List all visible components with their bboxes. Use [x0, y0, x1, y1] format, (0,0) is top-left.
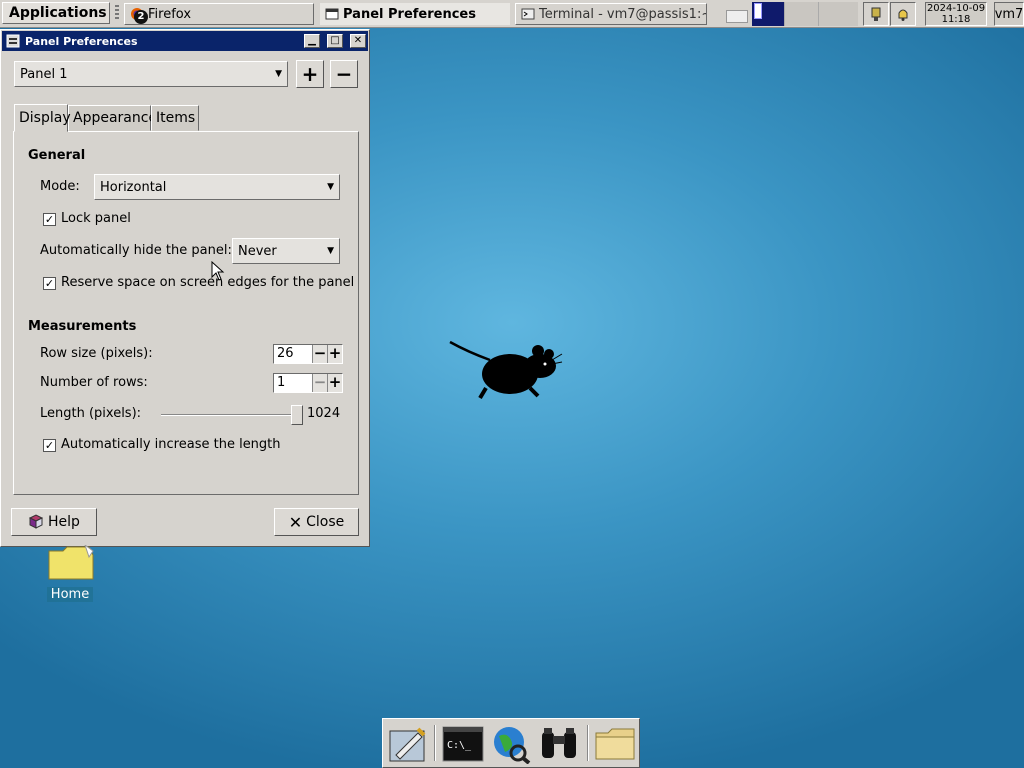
mouse-pointer-icon	[211, 261, 225, 281]
applications-label: Applications	[9, 5, 107, 21]
clock-date: 2024-10-09	[926, 3, 986, 14]
length-label: Length (pixels):	[40, 406, 142, 421]
close-icon: ✕	[288, 512, 303, 532]
length-slider-handle[interactable]	[291, 405, 303, 425]
desktop-home-icon[interactable]: Home	[40, 543, 100, 602]
workspace-3[interactable]	[784, 2, 818, 26]
lock-panel-checkbox[interactable]: ✓	[43, 213, 56, 226]
increment-button[interactable]: +	[327, 374, 342, 392]
terminal-icon[interactable]: C:\_	[441, 724, 485, 764]
task-label: Panel Preferences	[343, 6, 476, 22]
mode-value: Horizontal	[100, 179, 167, 195]
length-value: 1024	[307, 406, 341, 421]
terminal-icon	[521, 8, 535, 20]
task-firefox[interactable]: 2 Firefox	[124, 3, 314, 25]
maximize-button[interactable]: □	[327, 34, 343, 48]
reserve-space-label[interactable]: Reserve space on screen edges for the pa…	[61, 275, 354, 290]
reserve-space-checkbox[interactable]: ✓	[43, 277, 56, 290]
panel-preferences-window: Panel Preferences ▁ □ ✕ Panel 1 ▼ + − Di…	[0, 29, 370, 547]
decrement-button[interactable]: −	[312, 345, 327, 363]
add-panel-button[interactable]: +	[296, 60, 324, 88]
measurements-heading: Measurements	[28, 319, 137, 334]
top-panel: Applications 2 Firefox Panel Preferences…	[0, 0, 1024, 28]
task-label: Terminal - vm7@passis1:~	[539, 6, 707, 22]
dropdown-arrow-icon: ▼	[327, 182, 334, 192]
home-label: Home	[46, 587, 94, 602]
row-size-label: Row size (pixels):	[40, 346, 153, 361]
user-menu-button[interactable]: vm7	[994, 2, 1024, 26]
launcher-dock: C:\_	[382, 718, 640, 768]
workspace-2[interactable]	[752, 2, 784, 26]
notification-badge: 2	[134, 10, 148, 24]
auto-increase-checkbox[interactable]: ✓	[43, 439, 56, 452]
tab-display[interactable]: Display	[14, 104, 71, 132]
web-browser-icon[interactable]	[489, 724, 533, 764]
clock-time: 11:18	[941, 14, 971, 25]
xfce-mouse-logo	[449, 340, 563, 400]
close-window-button[interactable]: ✕	[350, 34, 366, 48]
row-size-value[interactable]: 26	[274, 345, 312, 363]
help-book-icon	[28, 514, 44, 529]
panel-selector-value: Panel 1	[20, 66, 68, 82]
text-editor-icon[interactable]	[386, 724, 430, 764]
rows-label: Number of rows:	[40, 375, 148, 390]
row-size-spinner[interactable]: 26 − +	[273, 344, 343, 364]
lock-panel-label[interactable]: Lock panel	[61, 211, 131, 226]
applications-menu-button[interactable]: Applications	[2, 2, 110, 24]
close-label: Close	[306, 514, 345, 530]
window-app-icon	[6, 34, 20, 48]
increment-button[interactable]: +	[327, 345, 342, 363]
panel-selector[interactable]: Panel 1 ▼	[14, 61, 288, 87]
panel-preferences-icon	[325, 8, 339, 20]
autohide-label: Automatically hide the panel:	[40, 243, 232, 258]
network-icon[interactable]	[863, 2, 889, 26]
tab-appearance[interactable]: Appearance	[68, 105, 157, 131]
rows-spinner[interactable]: 1 − +	[273, 373, 343, 393]
autohide-select[interactable]: Never ▼	[232, 238, 340, 264]
auto-increase-label[interactable]: Automatically increase the length	[61, 437, 281, 452]
dropdown-arrow-icon: ▼	[275, 69, 282, 79]
remove-panel-button[interactable]: −	[330, 60, 358, 88]
decrement-button[interactable]: −	[312, 374, 327, 392]
autohide-value: Never	[238, 243, 277, 259]
task-label: Firefox	[148, 6, 192, 22]
workspace-4[interactable]	[818, 2, 858, 26]
help-button[interactable]: Help	[11, 508, 97, 536]
minimize-button[interactable]: ▁	[304, 34, 320, 48]
notification-bell-icon[interactable]	[890, 2, 916, 26]
home-folder-icon	[48, 543, 94, 580]
tab-items[interactable]: Items	[151, 105, 199, 131]
task-panel-preferences[interactable]: Panel Preferences	[320, 3, 510, 25]
close-button[interactable]: ✕ Close	[274, 508, 359, 536]
svg-text:C:\_: C:\_	[447, 740, 472, 751]
search-binoculars-icon[interactable]	[537, 724, 581, 764]
dropdown-arrow-icon: ▼	[327, 246, 334, 256]
general-heading: General	[28, 148, 86, 163]
window-titlebar[interactable]: Panel Preferences ▁ □ ✕	[2, 31, 368, 51]
task-terminal[interactable]: Terminal - vm7@passis1:~	[515, 3, 707, 25]
window-title: Panel Preferences	[25, 34, 138, 48]
help-label: Help	[48, 514, 80, 530]
clock[interactable]: 2024-10-09 11:18	[925, 2, 987, 26]
file-manager-icon[interactable]	[593, 724, 637, 764]
panel-grip[interactable]	[115, 5, 119, 21]
mode-label: Mode:	[40, 179, 80, 194]
length-slider-track[interactable]	[161, 414, 301, 416]
workspace-1[interactable]	[722, 2, 752, 26]
mode-select[interactable]: Horizontal ▼	[94, 174, 340, 200]
rows-value[interactable]: 1	[274, 374, 312, 392]
